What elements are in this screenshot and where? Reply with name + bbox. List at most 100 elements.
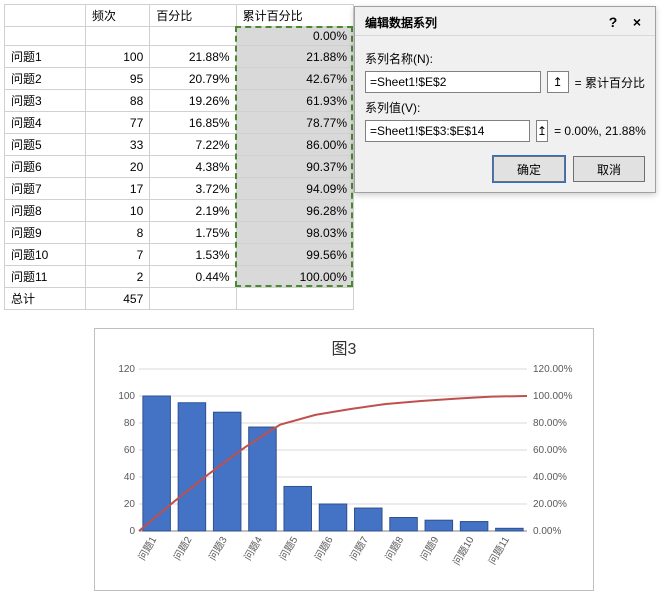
row-pct[interactable]: 1.53% [150,244,236,266]
row-pct[interactable]: 20.79% [150,68,236,90]
close-icon[interactable]: × [625,13,649,31]
row-pct[interactable]: 19.26% [150,90,236,112]
row-label[interactable]: 问题4 [5,112,86,134]
svg-text:60: 60 [124,445,136,456]
chart-canvas: 0204060801001200.00%20.00%40.00%60.00%80… [105,365,583,585]
svg-text:问题11: 问题11 [486,534,513,567]
svg-text:80.00%: 80.00% [533,418,567,429]
row-cum[interactable]: 96.28% [236,200,353,222]
row-pct[interactable]: 2.19% [150,200,236,222]
row-label[interactable]: 问题8 [5,200,86,222]
ref-picker-icon[interactable]: ↥ [536,120,548,142]
row-label[interactable]: 问题9 [5,222,86,244]
row-cum[interactable]: 94.09% [236,178,353,200]
row-freq[interactable]: 77 [85,112,149,134]
row-label[interactable]: 问题5 [5,134,86,156]
table-row[interactable]: 问题7173.72%94.09% [5,178,354,200]
row-freq[interactable]: 17 [85,178,149,200]
ref-picker-icon[interactable]: ↥ [547,71,569,93]
row-cum[interactable]: 78.77% [236,112,353,134]
series-name-input[interactable] [365,71,541,93]
series-values-preview: = 0.00%, 21.88% [554,124,646,138]
row-label[interactable]: 问题7 [5,178,86,200]
row-cum[interactable]: 42.67% [236,68,353,90]
bar [355,508,383,531]
row-pct[interactable]: 16.85% [150,112,236,134]
svg-text:60.00%: 60.00% [533,445,567,456]
row-pct[interactable]: 1.75% [150,222,236,244]
svg-text:问题1: 问题1 [135,534,159,563]
row-label[interactable]: 问题3 [5,90,86,112]
row-pct[interactable]: 4.38% [150,156,236,178]
hdr-freq: 频次 [85,5,149,27]
svg-text:20: 20 [124,499,136,510]
row-freq[interactable]: 100 [85,46,149,68]
row-cum[interactable]: 61.93% [236,90,353,112]
row-cum[interactable]: 100.00% [236,266,353,288]
row-cum[interactable]: 90.37% [236,156,353,178]
series-values-input[interactable] [365,120,530,142]
row-cum[interactable]: 99.56% [236,244,353,266]
series-name-preview: = 累计百分比 [575,74,645,91]
table-row[interactable]: 问题29520.79%42.67% [5,68,354,90]
table-row[interactable]: 问题1071.53%99.56% [5,244,354,266]
table-row[interactable]: 问题981.75%98.03% [5,222,354,244]
row-label[interactable]: 问题2 [5,68,86,90]
svg-text:100: 100 [118,391,135,402]
table-row[interactable]: 问题8102.19%96.28% [5,200,354,222]
row-pct[interactable]: 21.88% [150,46,236,68]
table-row[interactable]: 问题1120.44%100.00% [5,266,354,288]
svg-text:问题4: 问题4 [241,534,265,563]
row-label[interactable]: 问题6 [5,156,86,178]
bar [213,412,241,531]
svg-text:40: 40 [124,472,136,483]
table-row[interactable]: 问题6204.38%90.37% [5,156,354,178]
row-freq[interactable]: 8 [85,222,149,244]
row-pct[interactable]: 3.72% [150,178,236,200]
svg-text:100.00%: 100.00% [533,391,573,402]
row-freq[interactable]: 7 [85,244,149,266]
spreadsheet[interactable]: 频次 百分比 累计百分比 0.00% 问题110021.88%21.88%问题2… [4,4,354,310]
row-cum[interactable]: 98.03% [236,222,353,244]
svg-text:问题3: 问题3 [206,534,230,563]
table-row[interactable]: 问题5337.22%86.00% [5,134,354,156]
row-freq[interactable]: 95 [85,68,149,90]
pareto-chart[interactable]: 图3 0204060801001200.00%20.00%40.00%60.00… [94,328,594,591]
bar [390,518,418,532]
bar [460,522,488,531]
cum-first[interactable]: 0.00% [236,27,353,46]
row-freq[interactable]: 20 [85,156,149,178]
table-row[interactable]: 问题110021.88%21.88% [5,46,354,68]
help-icon[interactable]: ? [601,13,625,31]
ok-button[interactable]: 确定 [493,156,565,182]
total-freq[interactable]: 457 [85,288,149,310]
table-row[interactable]: 问题47716.85%78.77% [5,112,354,134]
row-label[interactable]: 问题11 [5,266,86,288]
hdr-pct: 百分比 [150,5,236,27]
row-label[interactable]: 问题10 [5,244,86,266]
row-cum[interactable]: 86.00% [236,134,353,156]
row-label[interactable]: 问题1 [5,46,86,68]
row-freq[interactable]: 2 [85,266,149,288]
bar [425,520,453,531]
cancel-button[interactable]: 取消 [573,156,645,182]
row-cum[interactable]: 21.88% [236,46,353,68]
chart-title: 图3 [105,335,583,359]
hdr-blank [5,5,86,27]
total-label[interactable]: 总计 [5,288,86,310]
row-freq[interactable]: 10 [85,200,149,222]
row-freq[interactable]: 88 [85,90,149,112]
series-values-label: 系列值(V): [365,99,645,116]
series-name-label: 系列名称(N): [365,50,645,67]
row-freq[interactable]: 33 [85,134,149,156]
svg-text:20.00%: 20.00% [533,499,567,510]
svg-text:120.00%: 120.00% [533,365,573,375]
svg-text:40.00%: 40.00% [533,472,567,483]
hdr-cum: 累计百分比 [236,5,353,27]
bar [496,528,524,531]
svg-text:问题2: 问题2 [170,534,194,563]
row-pct[interactable]: 7.22% [150,134,236,156]
svg-text:120: 120 [118,365,135,375]
table-row[interactable]: 问题38819.26%61.93% [5,90,354,112]
row-pct[interactable]: 0.44% [150,266,236,288]
